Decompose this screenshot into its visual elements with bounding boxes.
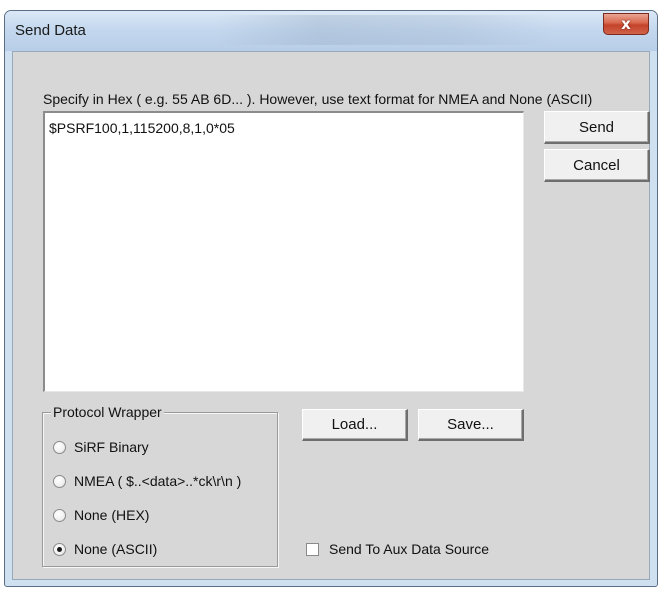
radio-none-ascii[interactable]: None (ASCII) [53, 541, 157, 557]
radio-label-sirf-binary: SiRF Binary [74, 439, 149, 455]
title-bar-glass [215, 15, 555, 45]
radio-button-icon[interactable] [53, 542, 66, 556]
radio-label-none-hex: None (HEX) [74, 507, 150, 523]
load-button[interactable]: Load... [302, 409, 408, 441]
send-data-dialog: Send Data x Specify in Hex ( e.g. 55 AB … [4, 10, 658, 587]
title-bar[interactable]: Send Data x [5, 11, 657, 51]
send-to-aux-label: Send To Aux Data Source [329, 541, 490, 557]
close-button[interactable]: x [603, 13, 649, 35]
checkbox-icon[interactable] [306, 542, 319, 556]
radio-sirf-binary[interactable]: SiRF Binary [53, 439, 149, 455]
send-to-aux-checkbox-row[interactable]: Send To Aux Data Source [306, 541, 489, 557]
cancel-button[interactable]: Cancel [544, 149, 650, 182]
radio-label-nmea: NMEA ( $..<data>..*ck\r\n ) [74, 473, 242, 489]
send-button[interactable]: Send [544, 111, 650, 144]
instructions-label: Specify in Hex ( e.g. 55 AB 6D... ). How… [43, 91, 593, 107]
dialog-client-area: Specify in Hex ( e.g. 55 AB 6D... ). How… [12, 51, 650, 580]
radio-none-hex[interactable]: None (HEX) [53, 507, 149, 523]
close-icon: x [621, 15, 631, 33]
radio-button-icon[interactable] [53, 440, 66, 454]
radio-selected-dot [57, 546, 62, 552]
radio-nmea[interactable]: NMEA ( $..<data>..*ck\r\n ) [53, 473, 241, 489]
protocol-wrapper-legend: Protocol Wrapper [51, 404, 164, 420]
data-input-textarea[interactable]: $PSRF100,1,115200,8,1,0*05 [43, 111, 524, 392]
save-button[interactable]: Save... [418, 409, 524, 441]
window-title: Send Data [15, 22, 86, 39]
radio-button-icon[interactable] [53, 508, 66, 522]
radio-button-icon[interactable] [53, 474, 66, 488]
radio-label-none-ascii: None (ASCII) [74, 541, 158, 557]
